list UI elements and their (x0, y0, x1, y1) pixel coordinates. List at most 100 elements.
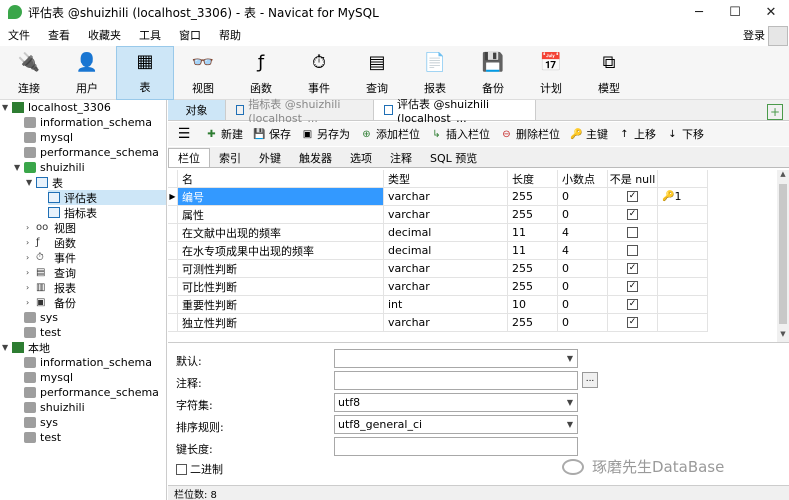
field-length-cell[interactable]: 11 (508, 242, 558, 260)
menu-window[interactable]: 窗口 (171, 27, 211, 43)
checkbox-icon[interactable]: ✓ (627, 317, 638, 328)
scroll-thumb[interactable] (779, 184, 787, 324)
header-type[interactable]: 类型 (384, 170, 508, 188)
field-decimals-cell[interactable]: 4 (558, 224, 608, 242)
chevron-down-icon[interactable]: ▼ (563, 420, 577, 429)
collapse-icon[interactable]: ▼ (14, 163, 24, 172)
field-decimals-cell[interactable]: 0 (558, 188, 608, 206)
delete-field-button[interactable]: ⊖ 删除栏位 (495, 126, 565, 142)
move-down-button[interactable]: ↓ 下移 (661, 126, 709, 142)
tree-database[interactable]: test (24, 325, 61, 340)
tree-queries[interactable]: › ▤ 查询 (26, 265, 76, 280)
header-not-null[interactable]: 不是 null (608, 170, 658, 188)
header-name[interactable]: 名 (178, 170, 384, 188)
toolbar-schedule-button[interactable]: 📅 计划 (522, 46, 580, 100)
tree-table-zhibiaobiao[interactable]: 指标表 (48, 205, 97, 220)
table-row[interactable]: 在水专项成果中出现的频率 decimal 11 4 (168, 242, 708, 260)
grid-scrollbar[interactable]: ▲ ▼ (777, 170, 789, 342)
comment-ellipsis-button[interactable]: ... (582, 372, 598, 388)
toolbar-report-button[interactable]: 📄 报表 (406, 46, 464, 100)
menu-file[interactable]: 文件 (0, 27, 40, 43)
subtab-fields[interactable]: 栏位 (168, 148, 210, 167)
chevron-down-icon[interactable]: ▼ (563, 354, 577, 363)
table-row[interactable]: 可测性判断 varchar 255 0 ✓ (168, 260, 708, 278)
field-length-cell[interactable]: 255 (508, 188, 558, 206)
tree-views[interactable]: › oo 视图 (26, 220, 76, 235)
field-decimals-cell[interactable]: 0 (558, 260, 608, 278)
checkbox-icon[interactable]: ✓ (627, 299, 638, 310)
new-button[interactable]: ✚ 新建 (200, 126, 248, 142)
field-type-cell[interactable]: varchar (384, 188, 508, 206)
collapse-icon[interactable]: ▼ (26, 178, 36, 187)
field-decimals-cell[interactable]: 0 (558, 314, 608, 332)
tree-database[interactable]: information_schema (24, 115, 152, 130)
collapse-icon[interactable]: ▼ (2, 103, 12, 112)
checkbox-icon[interactable] (627, 245, 638, 256)
field-name-cell[interactable]: 重要性判断 (178, 296, 384, 314)
default-select[interactable]: ▼ (334, 349, 578, 368)
field-length-cell[interactable]: 10 (508, 296, 558, 314)
tree-table-pinggubiao[interactable]: 评估表 (48, 190, 166, 205)
field-name-cell[interactable]: 属性 (178, 206, 384, 224)
subtab-triggers[interactable]: 触发器 (290, 148, 341, 167)
menu-favorites[interactable]: 收藏夹 (80, 27, 131, 43)
tree-connection-local[interactable]: ▼ 本地 (2, 340, 50, 355)
field-length-cell[interactable]: 255 (508, 206, 558, 224)
tree-database[interactable]: mysql (24, 370, 73, 385)
tree-tables-group[interactable]: ▼ 表 (26, 175, 63, 190)
expand-icon[interactable]: › (26, 268, 36, 277)
tree-functions[interactable]: › ƒ 函数 (26, 235, 76, 250)
expand-icon[interactable]: › (26, 298, 36, 307)
field-name-cell[interactable]: 可测性判断 (178, 260, 384, 278)
header-length[interactable]: 长度 (508, 170, 558, 188)
avatar-icon[interactable] (768, 26, 788, 46)
expand-icon[interactable]: › (26, 253, 36, 262)
subtab-options[interactable]: 选项 (341, 148, 381, 167)
toolbar-function-button[interactable]: ƒ 函数 (232, 46, 290, 100)
tree-database[interactable]: performance_schema (24, 385, 159, 400)
tree-database[interactable]: mysql (24, 130, 73, 145)
field-length-cell[interactable]: 255 (508, 260, 558, 278)
not-null-cell[interactable]: ✓ (608, 296, 658, 314)
not-null-cell[interactable]: ✓ (608, 260, 658, 278)
expand-icon[interactable]: › (26, 283, 36, 292)
tree-events[interactable]: › ⏱ 事件 (26, 250, 76, 265)
toolbar-model-button[interactable]: ⧉ 模型 (580, 46, 638, 100)
not-null-cell[interactable]: ✓ (608, 206, 658, 224)
field-decimals-cell[interactable]: 0 (558, 278, 608, 296)
table-row[interactable]: 重要性判断 int 10 0 ✓ (168, 296, 708, 314)
save-as-button[interactable]: ▣ 另存为 (296, 126, 355, 142)
binary-checkbox[interactable]: 二进制 (176, 461, 223, 477)
tree-reports[interactable]: › ▥ 报表 (26, 280, 76, 295)
field-length-cell[interactable]: 255 (508, 314, 558, 332)
tree-database[interactable]: test (24, 430, 61, 445)
header-decimals[interactable]: 小数点 (558, 170, 608, 188)
not-null-cell[interactable]: ✓ (608, 188, 658, 206)
comment-input[interactable] (334, 371, 578, 390)
field-decimals-cell[interactable]: 0 (558, 206, 608, 224)
tree-database[interactable]: sys (24, 310, 58, 325)
field-name-cell[interactable]: 在水专项成果中出现的频率 (178, 242, 384, 260)
expand-icon[interactable]: › (26, 223, 36, 232)
charset-select[interactable]: utf8 ▼ (334, 393, 578, 412)
table-row[interactable]: ▶ 编号 varchar 255 0 ✓ 🔑 1 (168, 188, 708, 206)
toolbar-backup-button[interactable]: 💾 备份 (464, 46, 522, 100)
toolbar-view-button[interactable]: 👓 视图 (174, 46, 232, 100)
tree-database[interactable]: information_schema (24, 355, 152, 370)
primary-key-button[interactable]: 🔑 主键 (565, 126, 613, 142)
field-type-cell[interactable]: int (384, 296, 508, 314)
field-name-cell[interactable]: 在文献中出现的频率 (178, 224, 384, 242)
field-name-cell[interactable]: 编号 (178, 188, 384, 206)
field-length-cell[interactable]: 11 (508, 224, 558, 242)
table-row[interactable]: 独立性判断 varchar 255 0 ✓ (168, 314, 708, 332)
field-decimals-cell[interactable]: 0 (558, 296, 608, 314)
subtab-comment[interactable]: 注释 (381, 148, 421, 167)
checkbox-icon[interactable]: ✓ (627, 191, 638, 202)
field-name-cell[interactable]: 可比性判断 (178, 278, 384, 296)
field-type-cell[interactable]: decimal (384, 224, 508, 242)
not-null-cell[interactable]: ✓ (608, 278, 658, 296)
menu-help[interactable]: 帮助 (211, 27, 251, 43)
checkbox-icon[interactable]: ✓ (627, 281, 638, 292)
toolbar-connection-button[interactable]: 🔌 连接 (0, 46, 58, 100)
field-type-cell[interactable]: varchar (384, 260, 508, 278)
